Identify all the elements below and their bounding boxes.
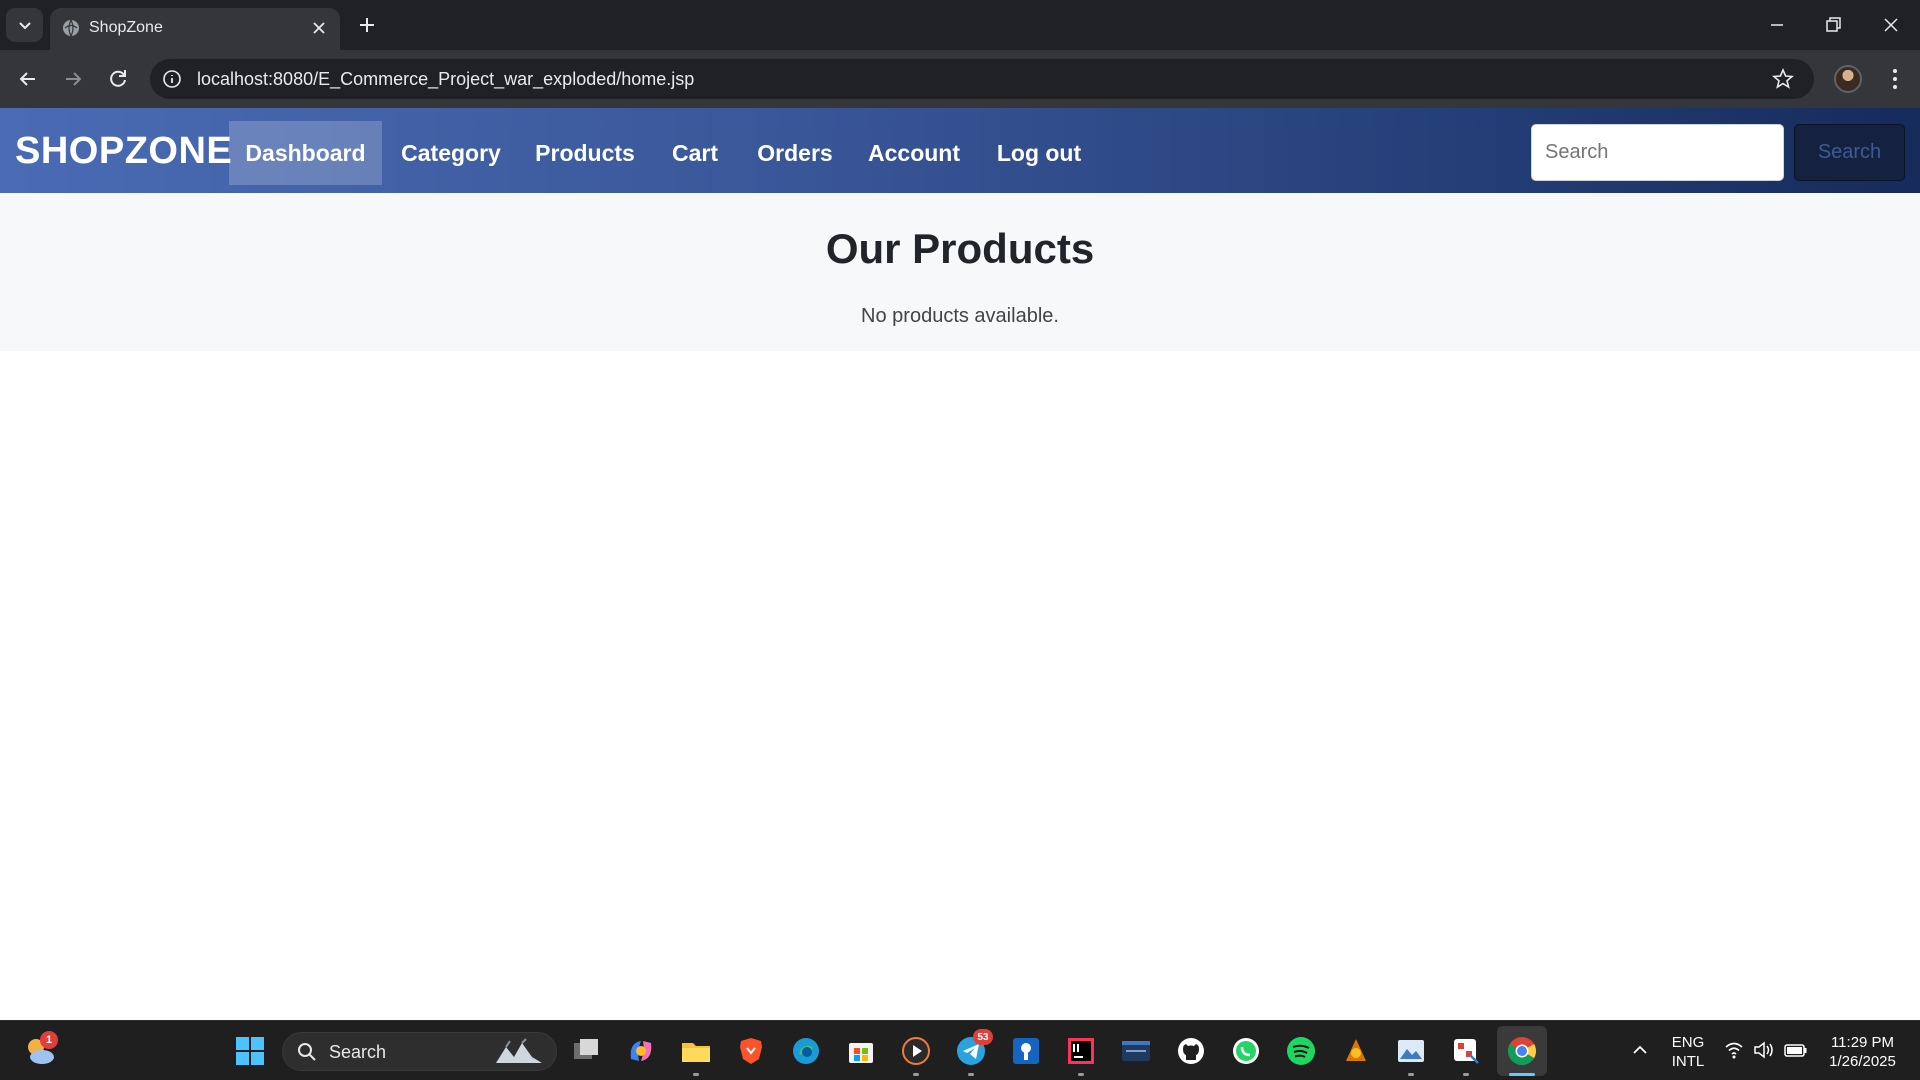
lumion-icon[interactable] (1340, 1035, 1372, 1067)
nav-link-orders[interactable]: Orders (748, 121, 842, 185)
close-window-icon[interactable] (1879, 13, 1903, 37)
language-label: ENG (1671, 1034, 1705, 1051)
minimize-icon[interactable] (1765, 13, 1789, 37)
taskbar-search[interactable]: Search (282, 1032, 557, 1071)
chrome-icon[interactable] (1506, 1035, 1538, 1067)
windows-start-icon[interactable] (234, 1035, 266, 1067)
nav-link-account[interactable]: Account (856, 121, 972, 185)
github-icon[interactable] (1175, 1035, 1207, 1067)
file-explorer-running-indicator (693, 1073, 699, 1076)
intellij-running-indicator (1078, 1073, 1084, 1076)
search-input[interactable] (1531, 124, 1784, 181)
telegram-app[interactable]: 53 (955, 1029, 993, 1067)
mysql-icon[interactable] (1120, 1035, 1152, 1067)
volume-icon[interactable] (1753, 1041, 1775, 1059)
windows-taskbar: 1 Search 53 ENG INTL 11:29 PM 1/26/2025 (0, 1020, 1920, 1080)
spotify-icon[interactable] (1285, 1035, 1317, 1067)
tab-search-button[interactable] (6, 8, 43, 42)
input-language[interactable]: ENG INTL (1668, 1033, 1708, 1071)
site-info-icon[interactable] (162, 69, 182, 89)
task-view-icon[interactable] (570, 1035, 602, 1067)
empty-products-message: No products available. (861, 305, 1059, 327)
weather-widget[interactable]: 1 (22, 1031, 58, 1069)
taskbar-search-label: Search (329, 1042, 387, 1062)
brave-icon[interactable] (735, 1035, 767, 1067)
close-tab-icon[interactable] (310, 19, 328, 37)
nav-link-category[interactable]: Category (388, 121, 514, 185)
copilot-icon[interactable] (625, 1035, 657, 1067)
site-navbar: SHOPZONE Dashboard Category Products Car… (0, 108, 1920, 193)
file-explorer-icon[interactable] (680, 1035, 712, 1067)
battery-icon[interactable] (1784, 1042, 1808, 1058)
clock-date: 1/26/2025 (1829, 1053, 1896, 1070)
back-icon[interactable] (15, 66, 41, 92)
weather-badge: 1 (40, 1031, 58, 1049)
whatsapp-icon[interactable] (1230, 1035, 1262, 1067)
chevron-down-icon (18, 22, 31, 30)
keyboard-layout-label: INTL (1671, 1053, 1705, 1070)
edge-icon[interactable] (790, 1035, 822, 1067)
products-section: Our Products No products available. (0, 193, 1920, 351)
search-icon (298, 1043, 316, 1061)
media-player-icon[interactable] (900, 1035, 932, 1067)
intellij-icon[interactable] (1065, 1035, 1097, 1067)
forward-icon[interactable] (60, 66, 86, 92)
photos-running-indicator (1408, 1073, 1414, 1076)
address-bar[interactable]: localhost:8080/E_Commerce_Project_war_ex… (150, 59, 1814, 99)
chrome-active-indicator (1509, 1073, 1535, 1076)
brand-logo[interactable]: SHOPZONE (15, 130, 232, 173)
bookmark-star-icon[interactable] (1772, 68, 1794, 90)
wifi-icon[interactable] (1724, 1041, 1744, 1059)
url-text[interactable]: localhost:8080/E_Commerce_Project_war_ex… (197, 69, 694, 90)
new-tab-icon[interactable] (355, 13, 379, 37)
vpn-icon[interactable] (1010, 1035, 1042, 1067)
snipping-tool-icon[interactable] (1450, 1035, 1482, 1067)
profile-avatar[interactable] (1834, 65, 1862, 93)
clock[interactable]: 11:29 PM 1/26/2025 (1815, 1033, 1910, 1071)
telegram-running-indicator (968, 1073, 974, 1076)
telegram-badge: 53 (973, 1029, 993, 1045)
search-button[interactable]: Search (1794, 124, 1905, 181)
clock-time: 11:29 PM (1830, 1034, 1895, 1051)
nav-link-dashboard[interactable]: Dashboard (229, 121, 382, 185)
photos-icon[interactable] (1395, 1035, 1427, 1067)
page-title: Our Products (825, 225, 1095, 272)
chevron-up-icon[interactable] (1631, 1043, 1649, 1057)
browser-toolbar: localhost:8080/E_Commerce_Project_war_ex… (0, 50, 1920, 108)
search-highlight-icon (496, 1038, 542, 1063)
globe-icon (63, 19, 79, 37)
nav-link-logout[interactable]: Log out (986, 121, 1092, 185)
reload-icon[interactable] (105, 66, 131, 92)
more-menu-icon[interactable] (1883, 66, 1907, 92)
microsoft-store-icon[interactable] (845, 1035, 877, 1067)
browser-tab[interactable]: ShopZone (50, 8, 340, 50)
snipping-tool-running-indicator (1463, 1073, 1469, 1076)
nav-link-products[interactable]: Products (528, 121, 642, 185)
nav-link-cart[interactable]: Cart (656, 121, 734, 185)
restore-icon[interactable] (1821, 13, 1845, 37)
media-player-running-indicator (913, 1073, 919, 1076)
browser-tab-strip: ShopZone (0, 0, 1920, 50)
tab-title: ShopZone (89, 19, 163, 36)
